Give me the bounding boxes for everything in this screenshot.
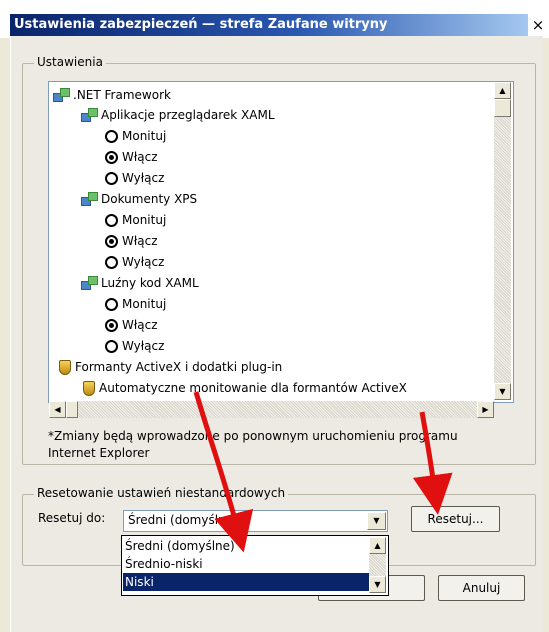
restart-note: *Zmiany będą wprowadzone po ponownym uru… bbox=[48, 429, 458, 460]
dropdown-option-highlighted[interactable]: Niski bbox=[123, 573, 370, 591]
reset-level-value: Średni (domyślne) bbox=[128, 513, 238, 527]
scroll-up-arrow-icon[interactable]: ▲ bbox=[494, 82, 511, 99]
scrollbar-thumb[interactable] bbox=[494, 99, 511, 117]
dropdown-scrollbar[interactable]: ▲ ▼ bbox=[369, 537, 386, 593]
tree-vertical-scrollbar[interactable]: ▲ ▼ bbox=[494, 82, 511, 400]
tree-horizontal-scrollbar[interactable]: ◀ ▶ bbox=[49, 401, 494, 418]
chevron-down-icon[interactable]: ▼ bbox=[367, 512, 386, 530]
settings-category-icon bbox=[81, 108, 98, 122]
shield-icon bbox=[59, 360, 71, 375]
radio-label: Monituj bbox=[122, 213, 167, 227]
settings-tree[interactable]: .NET Framework Aplikacje przeglądarek XA… bbox=[48, 81, 514, 403]
tree-item-label: Luźny kod XAML bbox=[101, 276, 199, 290]
settings-category-icon bbox=[81, 276, 98, 290]
reset-to-label: Resetuj do: bbox=[38, 511, 106, 525]
radio-label: Wyłącz bbox=[122, 171, 165, 185]
tree-item-label: Automatyczne monitowanie dla formantów A… bbox=[99, 381, 407, 395]
dropdown-option[interactable]: Średnio-niski bbox=[125, 555, 203, 573]
radio-button-selected[interactable] bbox=[105, 151, 118, 164]
radio-button[interactable] bbox=[105, 340, 118, 353]
tree-item-label: .NET Framework bbox=[73, 88, 171, 102]
radio-label: Wyłącz bbox=[122, 339, 165, 353]
shield-icon bbox=[83, 381, 95, 396]
radio-label: Monituj bbox=[122, 129, 167, 143]
scroll-down-arrow-icon[interactable]: ▼ bbox=[494, 383, 511, 400]
tree-item-label: Aplikacje przeglądarek XAML bbox=[101, 108, 275, 122]
security-settings-window: Ustawienia zabezpieczeń — strefa Zaufane… bbox=[0, 0, 549, 632]
radio-button-selected[interactable] bbox=[105, 319, 118, 332]
reset-group-label: Resetowanie ustawień niestandardowych bbox=[34, 486, 289, 500]
radio-button[interactable] bbox=[105, 298, 118, 311]
radio-button-selected[interactable] bbox=[105, 235, 118, 248]
reset-level-dropdown[interactable]: Średni (domyślne) Średnio-niski Niski ▲ … bbox=[121, 535, 389, 596]
radio-label: Włącz bbox=[122, 318, 158, 332]
settings-category-icon bbox=[81, 192, 98, 206]
tree-item-label: Dokumenty XPS bbox=[101, 192, 198, 206]
reset-button[interactable]: Resetuj... bbox=[411, 506, 500, 532]
radio-button[interactable] bbox=[105, 214, 118, 227]
settings-category-icon bbox=[53, 88, 70, 102]
cancel-button[interactable]: Anuluj bbox=[438, 575, 525, 601]
radio-label: Włącz bbox=[122, 234, 158, 248]
scrollbar-thumb[interactable] bbox=[66, 401, 78, 418]
radio-label: Włącz bbox=[122, 150, 158, 164]
scroll-left-arrow-icon[interactable]: ◀ bbox=[49, 401, 66, 418]
scroll-up-arrow-icon[interactable]: ▲ bbox=[369, 537, 386, 554]
scroll-down-arrow-icon[interactable]: ▼ bbox=[369, 576, 386, 593]
reset-level-select[interactable]: Średni (domyślne) ▼ bbox=[123, 510, 388, 532]
radio-label: Monituj bbox=[122, 297, 167, 311]
settings-group-label: Ustawienia bbox=[34, 55, 106, 69]
radio-button[interactable] bbox=[105, 256, 118, 269]
radio-button[interactable] bbox=[105, 130, 118, 143]
scroll-right-arrow-icon[interactable]: ▶ bbox=[477, 401, 494, 418]
close-icon[interactable]: × bbox=[528, 14, 548, 36]
radio-label: Wyłącz bbox=[122, 255, 165, 269]
tree-item-label: Formanty ActiveX i dodatki plug-in bbox=[75, 360, 283, 374]
radio-button[interactable] bbox=[105, 172, 118, 185]
dropdown-option[interactable]: Średni (domyślne) bbox=[125, 537, 235, 555]
title-bar: Ustawienia zabezpieczeń — strefa Zaufane… bbox=[0, 0, 549, 38]
window-title: Ustawienia zabezpieczeń — strefa Zaufane… bbox=[14, 17, 388, 32]
